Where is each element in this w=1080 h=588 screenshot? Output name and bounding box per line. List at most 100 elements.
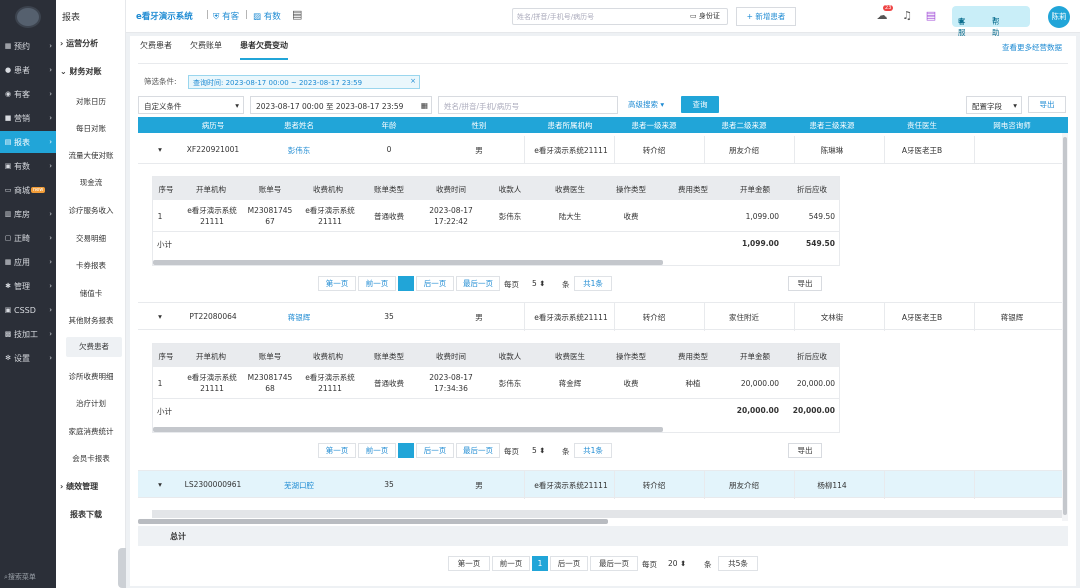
next-page-button[interactable]: 后一页	[416, 443, 454, 458]
group-performance[interactable]: › 绩效管理	[60, 481, 98, 492]
sidebar-link[interactable]: 诊疗服务收入	[56, 205, 126, 216]
horizontal-scrollbar[interactable]	[153, 260, 663, 265]
nav-item-apps[interactable]: ▦ 应用 ›	[0, 251, 56, 273]
nav-item-ortho[interactable]: ▢ 正畸 ›	[0, 227, 56, 249]
first-page-button[interactable]: 第一页	[318, 276, 356, 291]
last-page-button[interactable]: 最后一页	[590, 556, 638, 571]
nav-item-report[interactable]: ▤ 报表 ›	[0, 131, 56, 153]
table-row[interactable]: ▾ LS2300000961 芜湖口腔 35 男 e看牙演示系统21111 转介…	[138, 470, 1068, 499]
sidebar-link[interactable]: 对账日历	[56, 96, 126, 107]
group-download[interactable]: 报表下载	[70, 509, 102, 520]
bell-icon[interactable]: ♫	[899, 9, 915, 25]
nav-item-data[interactable]: ▣ 有数 ›	[0, 155, 56, 177]
export-button[interactable]: 导出	[1028, 96, 1066, 113]
last-page-button[interactable]: 最后一页	[456, 276, 500, 291]
nav-item-lab[interactable]: ▩ 技加工 ›	[0, 323, 56, 345]
nav-item-appointment[interactable]: ▦ 预约 ›	[0, 35, 56, 57]
nav-item-shop[interactable]: ▭ 商城 new	[0, 179, 56, 201]
collapse-caret-icon[interactable]: ▾	[154, 312, 166, 321]
chevron-right-icon: ›	[49, 258, 52, 266]
sidebar-link[interactable]: 其他财务报表	[56, 315, 126, 326]
new-badge: new	[31, 187, 46, 193]
sidebar-link[interactable]: 流量大使对账	[56, 150, 126, 161]
current-page[interactable]	[398, 443, 414, 458]
first-page-button[interactable]: 第一页	[318, 443, 356, 458]
sidebar-link[interactable]: 每日对账	[56, 123, 126, 134]
shop-icon: ▭	[4, 186, 12, 194]
new-patient-button[interactable]: + 新增患者	[736, 7, 796, 26]
more-data-link[interactable]: 查看更多经营数据	[1002, 42, 1062, 53]
youke-link[interactable]: ⛨ 有客	[213, 10, 239, 22]
current-page[interactable]	[398, 276, 414, 291]
date-range-input[interactable]: 2023-08-17 00:00 至 2023-08-17 23:59 ▦	[250, 96, 432, 114]
vertical-scrollbar[interactable]	[1062, 133, 1068, 521]
total-count: 共1条	[574, 276, 612, 291]
message-icon[interactable]: ☁	[874, 9, 890, 25]
sidebar-link[interactable]: 会员卡报表	[56, 453, 126, 464]
sidebar-link[interactable]: 家庭消费统计	[56, 426, 126, 437]
next-page-button[interactable]: 后一页	[416, 276, 454, 291]
id-card-button[interactable]: ▭ 身份证	[690, 11, 720, 21]
sidebar-link[interactable]: 储值卡	[56, 288, 126, 299]
nav-item-youke[interactable]: ◉ 有客 ›	[0, 83, 56, 105]
nav-item-patient[interactable]: ● 患者 ›	[0, 59, 56, 81]
group-ops-analysis[interactable]: › 运营分析	[60, 38, 98, 49]
table-row[interactable]: ▾ PT22080064 蒋银辉 35 男 e看牙演示系统21111 转介绍 家…	[138, 302, 1068, 331]
prev-page-button[interactable]: 前一页	[358, 276, 396, 291]
tab-arrears-patients[interactable]: 欠费患者	[140, 40, 172, 51]
collapse-handle[interactable]	[118, 548, 126, 588]
sidebar-link[interactable]: 交易明细	[56, 233, 126, 244]
bill-row[interactable]: 1 e看牙演示系统21111 M2308174567 e看牙演示系统21111 …	[153, 201, 839, 232]
sidebar-link[interactable]: 卡券报表	[56, 260, 126, 271]
avatar[interactable]: 陈莉	[1048, 6, 1070, 28]
clipboard-icon[interactable]: ▤	[292, 8, 302, 21]
first-page-button[interactable]: 第一页	[448, 556, 490, 571]
data-icon: ▣	[4, 162, 12, 170]
app-icon: ▦	[4, 258, 12, 266]
config-fields-select[interactable]: 配置字段 ▾	[966, 96, 1022, 114]
top-bar: e看牙演示系统 | ⛨ 有客 | ▨ 有数 ▤ 姓名/拼音/手机号/病历号 ▭ …	[126, 0, 1080, 37]
brand-title[interactable]: e看牙演示系统	[136, 10, 193, 22]
nav-item-marketing[interactable]: ■ 营销 ›	[0, 107, 56, 129]
query-button[interactable]: 查询	[681, 96, 719, 113]
horizontal-scrollbar[interactable]	[153, 427, 663, 432]
nav-item-cssd[interactable]: ▣ CSSD ›	[0, 299, 56, 321]
sidebar-link[interactable]: 现金流	[56, 177, 126, 188]
prev-page-button[interactable]: 前一页	[358, 443, 396, 458]
nav-item-warehouse[interactable]: ▥ 库房 ›	[0, 203, 56, 225]
group-finance[interactable]: ⌄ 财务对账	[60, 66, 102, 77]
sidebar-link[interactable]: 诊所收费明细	[56, 371, 126, 382]
collapse-caret-icon[interactable]: ▾	[154, 480, 166, 489]
filter-tag: 查询时间: 2023-08-17 00:00 ~ 2023-08-17 23:5…	[188, 75, 420, 89]
youshu-link[interactable]: ▨ 有数	[253, 10, 281, 22]
page-size-stepper[interactable]: 5 ⬍	[532, 279, 545, 288]
bill-row[interactable]: 1 e看牙演示系统21111 M2308174568 e看牙演示系统21111 …	[153, 368, 839, 399]
page-size-stepper[interactable]: 5 ⬍	[532, 446, 545, 455]
prev-page-button[interactable]: 前一页	[492, 556, 530, 571]
table-row[interactable]: ▾ XF220921001 彭伟东 0 男 e看牙演示系统21111 转介绍 朋…	[138, 136, 1068, 164]
last-page-button[interactable]: 最后一页	[456, 443, 500, 458]
gift-icon: ■	[4, 114, 12, 122]
current-page[interactable]: 1	[532, 556, 548, 571]
tab-arrears-changes[interactable]: 患者欠费变动	[240, 40, 288, 60]
nav-item-manage[interactable]: ✱ 管理 ›	[0, 275, 56, 297]
tab-arrears-bills[interactable]: 欠费账单	[190, 40, 222, 51]
chevron-right-icon: ›	[49, 66, 52, 74]
bill-table: 序号 开单机构 账单号 收费机构 账单类型 收费时间 收款人 收费医生 操作类型…	[152, 343, 840, 433]
advanced-search-toggle[interactable]: 高级搜索 ▾	[628, 99, 664, 110]
close-icon[interactable]: ×	[410, 77, 416, 85]
custom-condition-select[interactable]: 自定义条件 ▾	[138, 96, 244, 114]
horizontal-scrollbar[interactable]	[138, 519, 608, 524]
menu-search[interactable]: ⌕搜索菜单	[4, 572, 36, 582]
collapse-caret-icon[interactable]: ▾	[154, 145, 166, 154]
nav-item-settings[interactable]: ✻ 设置 ›	[0, 347, 56, 369]
bill-export-button[interactable]: 导出	[788, 276, 822, 291]
sidebar-link-active[interactable]: 欠费患者	[66, 337, 122, 357]
page-size-stepper[interactable]: 20 ⬍	[668, 559, 686, 568]
patient-filter-input[interactable]: 姓名/拼音/手机/病历号	[438, 96, 618, 114]
filter-label: 筛选条件:	[144, 77, 177, 86]
sidebar-link[interactable]: 治疗计划	[56, 398, 126, 409]
next-page-button[interactable]: 后一页	[550, 556, 588, 571]
menu-grid-icon[interactable]: ▤	[923, 9, 939, 25]
bill-export-button[interactable]: 导出	[788, 443, 822, 458]
